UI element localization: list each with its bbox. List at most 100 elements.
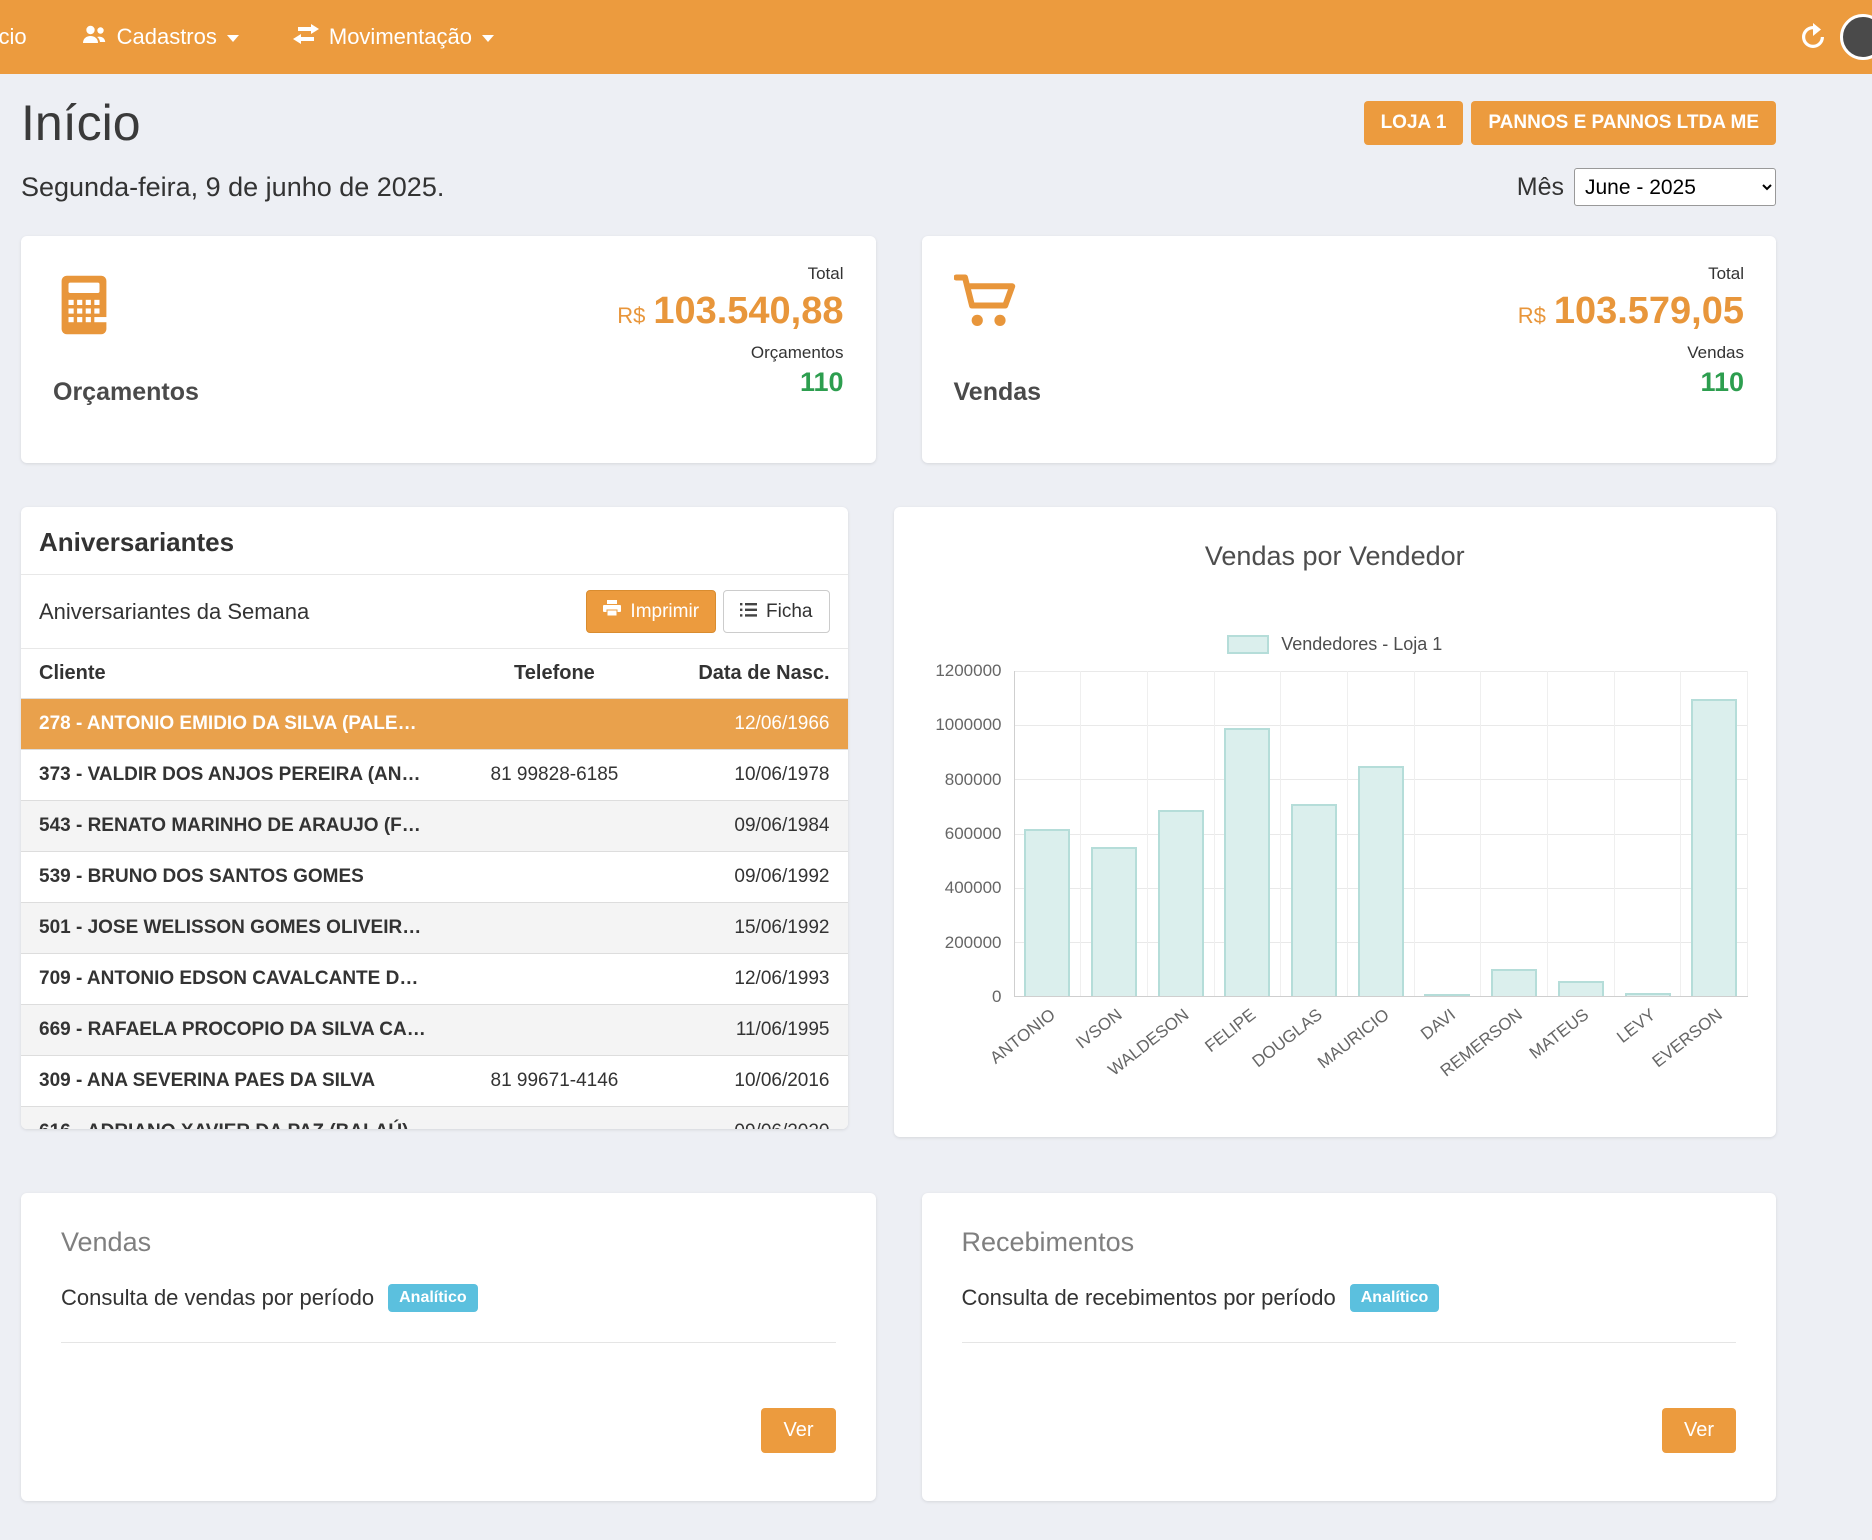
x-axis-labels: ANTONIOIVSONWALDESONFELIPEDOUGLASMAURICI… [1014, 997, 1749, 1085]
bar-slot [1081, 671, 1148, 996]
month-select[interactable]: June - 2025 [1574, 168, 1776, 206]
y-tick-label: 200000 [945, 933, 1002, 953]
count-label: Vendas [1518, 343, 1744, 363]
store-button[interactable]: LOJA 1 [1364, 101, 1464, 145]
y-tick-label: 1000000 [935, 715, 1001, 735]
x-tick-label: MAURICIO [1314, 1005, 1393, 1073]
page-title: Início [21, 94, 141, 152]
users-icon [81, 24, 107, 51]
y-tick-label: 400000 [945, 878, 1002, 898]
refresh-icon[interactable] [1799, 23, 1827, 56]
aniversariantes-title: Aniversariantes [21, 507, 848, 575]
bar-mauricio [1358, 766, 1404, 996]
imprimir-button[interactable]: Imprimir [586, 590, 716, 633]
table-row[interactable]: 373 - VALDIR DOS ANJOS PEREIRA (AN…81 99… [21, 750, 848, 801]
count-label: Orçamentos [617, 343, 843, 363]
bar-waldeson [1158, 810, 1204, 996]
aniversariantes-card: Aniversariantes Aniversariantes da Seman… [21, 507, 848, 1129]
x-tick-label: IVSON [1072, 1005, 1126, 1053]
table-row[interactable]: 709 - ANTONIO EDSON CAVALCANTE D…12/06/1… [21, 954, 848, 1005]
x-tick-label: MATEUS [1526, 1005, 1593, 1064]
table-row[interactable]: 278 - ANTONIO EMIDIO DA SILVA (PALE…12/0… [21, 699, 848, 750]
x-tick-label: DAVI [1417, 1005, 1460, 1044]
bar-slot [1681, 671, 1748, 996]
x-tick-label: DOUGLAS [1248, 1005, 1326, 1072]
chart-bars [1015, 671, 1749, 996]
table-row[interactable]: 309 - ANA SEVERINA PAES DA SILVA81 99671… [21, 1056, 848, 1107]
y-tick-label: 1200000 [935, 661, 1001, 681]
cart-icon [954, 274, 1042, 335]
x-tick-label: EVERSON [1649, 1005, 1727, 1072]
bar-slot [1015, 671, 1082, 996]
chevron-down-icon [227, 35, 239, 42]
exchange-arrows-icon [293, 24, 319, 50]
date-text: Segunda-feira, 9 de junho de 2025. [21, 172, 444, 203]
report-title: Vendas [61, 1227, 836, 1258]
bar-antonio [1024, 829, 1070, 996]
nav-cadastros-label: Cadastros [117, 24, 217, 50]
vendas-report-card: Vendas Consulta de vendas por período An… [21, 1193, 876, 1501]
bar-chart: 020000040000060000080000010000001200000 … [922, 671, 1749, 1085]
user-avatar[interactable] [1840, 14, 1872, 60]
report-description: Consulta de vendas por período [61, 1285, 374, 1311]
bar-slot [1281, 671, 1348, 996]
chart-title: Vendas por Vendedor [922, 541, 1749, 572]
total-amount: R$103.540,88 [617, 290, 843, 333]
table-row[interactable]: 669 - RAFAELA PROCOPIO DA SILVA CA…11/06… [21, 1005, 848, 1056]
chart-plot [1014, 671, 1749, 997]
report-description: Consulta de recebimentos por período [962, 1285, 1336, 1311]
divider [962, 1342, 1737, 1343]
bar-felipe [1224, 728, 1270, 996]
nav-item-inicio[interactable]: Início [0, 24, 27, 50]
column-header-data-nasc: Data de Nasc. [665, 649, 847, 699]
bar-levy [1625, 993, 1671, 996]
y-tick-label: 0 [992, 987, 1001, 1007]
printer-icon [603, 600, 621, 623]
calculator-icon [53, 274, 199, 341]
analitico-badge: Analítico [1350, 1284, 1440, 1312]
x-tick-label: FELIPE [1201, 1005, 1259, 1057]
x-tick-label: ANTONIO [986, 1005, 1059, 1068]
company-button[interactable]: PANNOS E PANNOS LTDA ME [1471, 101, 1776, 145]
table-row[interactable]: 543 - RENATO MARINHO DE ARAUJO (F…09/06/… [21, 801, 848, 852]
table-row[interactable]: 616 - ADRIANO XAVIER DA PAZ (BALAÚ)09/06… [21, 1107, 848, 1130]
nav-movimentacao-label: Movimentação [329, 24, 472, 50]
list-icon [740, 601, 757, 623]
nav-item-movimentacao[interactable]: Movimentação [293, 24, 494, 50]
bar-slot [1615, 671, 1682, 996]
report-title: Recebimentos [962, 1227, 1737, 1258]
column-header-telefone: Telefone [444, 649, 665, 699]
nav-item-cadastros[interactable]: Cadastros [81, 24, 239, 51]
ver-vendas-button[interactable]: Ver [761, 1408, 835, 1453]
bar-davi [1424, 994, 1470, 996]
table-row[interactable]: 539 - BRUNO DOS SANTOS GOMES09/06/1992 [21, 852, 848, 903]
top-navbar: Início Cadastros Movimentação [0, 0, 1872, 74]
table-row[interactable]: 501 - JOSE WELISSON GOMES OLIVEIR…15/06/… [21, 903, 848, 954]
recebimentos-report-card: Recebimentos Consulta de recebimentos po… [922, 1193, 1777, 1501]
y-tick-label: 600000 [945, 824, 1002, 844]
ver-recebimentos-button[interactable]: Ver [1662, 1408, 1736, 1453]
x-tick-label: LEVY [1614, 1005, 1661, 1048]
ficha-button[interactable]: Ficha [723, 590, 829, 633]
count-value: 110 [1518, 367, 1744, 398]
card-title-vendas: Vendas [954, 378, 1042, 407]
vendas-por-vendedor-card: Vendas por Vendedor Vendedores - Loja 1 … [894, 507, 1777, 1137]
y-tick-label: 800000 [945, 770, 1002, 790]
bar-slot [1415, 671, 1482, 996]
bar-douglas [1291, 804, 1337, 996]
total-label: Total [1518, 264, 1744, 284]
nav-inicio-label: Início [0, 24, 27, 50]
card-title-orcamentos: Orçamentos [53, 378, 199, 407]
legend-swatch [1227, 635, 1269, 654]
count-value: 110 [617, 367, 843, 398]
birthday-table-body: 278 - ANTONIO EMIDIO DA SILVA (PALE…12/0… [21, 699, 848, 1130]
month-label: Mês [1517, 173, 1564, 202]
legend-label: Vendedores - Loja 1 [1281, 634, 1442, 655]
chart-legend[interactable]: Vendedores - Loja 1 [922, 634, 1749, 655]
bar-slot [1215, 671, 1282, 996]
birthday-table: Cliente Telefone Data de Nasc. 278 - ANT… [21, 649, 848, 1129]
total-label: Total [617, 264, 843, 284]
bar-slot [1348, 671, 1415, 996]
bar-slot [1548, 671, 1615, 996]
chevron-down-icon [482, 35, 494, 42]
